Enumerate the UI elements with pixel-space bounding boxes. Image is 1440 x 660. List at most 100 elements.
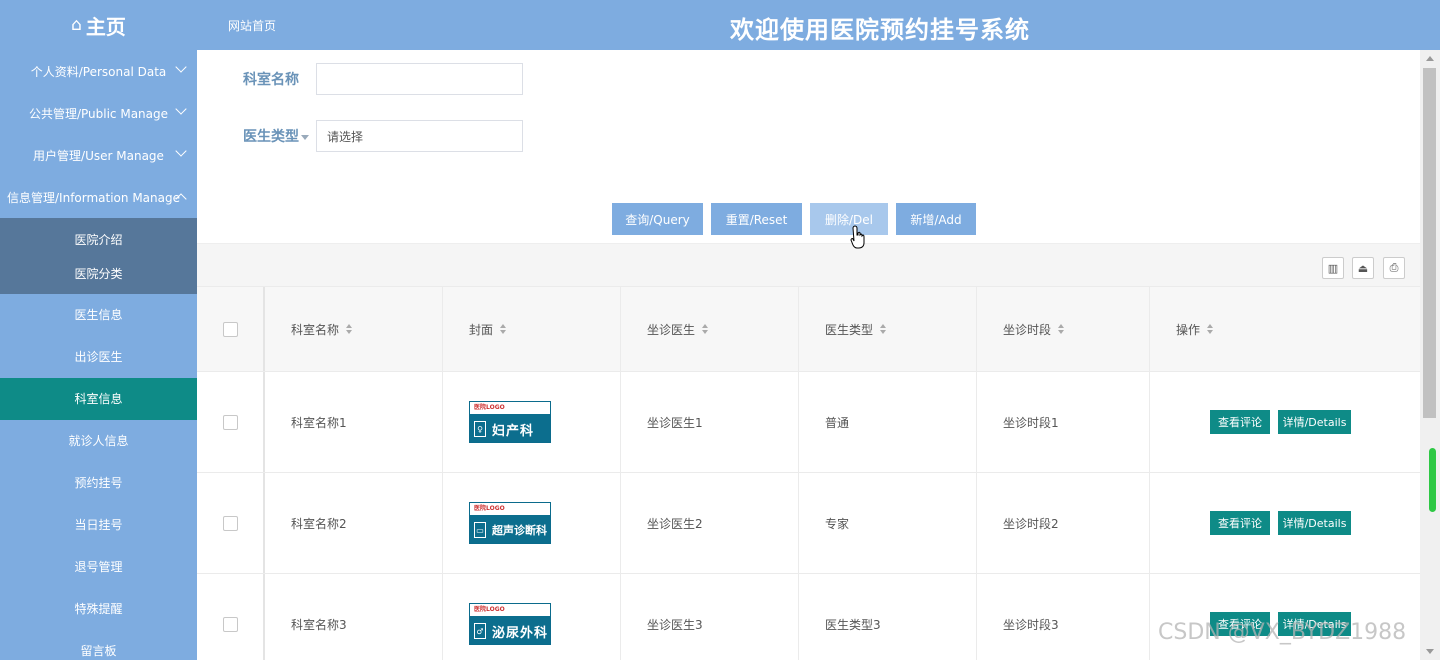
sort-icon <box>1058 324 1065 334</box>
vertical-scrollbar[interactable] <box>1420 50 1440 660</box>
main-content: 科室名称 医生类型 请选择 查询/Query 重置/Reset 删除/Del 新… <box>197 50 1420 660</box>
cell-cover: 医院LOGO ♂ 泌尿外科 <box>443 574 621 660</box>
scrollbar-thumb[interactable] <box>1423 68 1436 418</box>
cell-doctor-type: 专家 <box>799 473 977 573</box>
cover-logo-text: 医院LOGO <box>470 604 550 616</box>
sidebar-item-doctor-info[interactable]: 医生信息 <box>0 294 197 336</box>
person-icon: ♂ <box>474 623 486 639</box>
row-checkbox[interactable] <box>222 616 238 632</box>
header-cover[interactable]: 封面 <box>443 287 621 371</box>
sidebar-item-appointment[interactable]: 预约挂号 <box>0 462 197 504</box>
cell-dept: 科室名称1 <box>265 372 443 472</box>
columns-icon[interactable]: ▥ <box>1322 257 1344 279</box>
chevron-down-icon <box>175 103 187 115</box>
table-header: 科室名称 封面 坐诊医生 医生类型 坐诊时段 操作 <box>197 286 1420 372</box>
cell-period: 坐诊时段2 <box>977 473 1150 573</box>
cover-image: 医院LOGO ♂ 泌尿外科 <box>469 603 551 645</box>
header-period[interactable]: 坐诊时段 <box>977 287 1150 371</box>
cover-dept-name: 超声诊断科 <box>492 524 547 537</box>
cover-image: 医院LOGO ♀ 妇产科 <box>469 401 551 443</box>
reset-button[interactable]: 重置/Reset <box>711 203 802 235</box>
sidebar-group-personal-data[interactable]: 个人资料/Personal Data <box>0 50 197 92</box>
sort-icon <box>500 324 507 334</box>
sort-icon <box>702 324 709 334</box>
add-button[interactable]: 新增/Add <box>896 203 976 235</box>
details-button[interactable]: 详情/Details <box>1278 511 1351 535</box>
header-dept[interactable]: 科室名称 <box>265 287 443 371</box>
cover-dept-name: 泌尿外科 <box>492 625 549 641</box>
export-icon[interactable]: ⏏ <box>1352 257 1374 279</box>
sidebar-item-message-board[interactable]: 留言板 <box>0 630 197 660</box>
sidebar-submenu-dark: 医院介绍 医院分类 <box>0 218 197 294</box>
home-label: 主页 <box>85 14 126 39</box>
scroll-indicator <box>1429 448 1436 512</box>
sidebar-group-user-manage[interactable]: 用户管理/User Manage <box>0 134 197 176</box>
doctor-type-select[interactable]: 请选择 <box>316 120 523 152</box>
home-logo[interactable]: ⌂ 主页 <box>0 0 197 50</box>
row-checkbox[interactable] <box>222 414 238 430</box>
sidebar-item-visiting-doctor[interactable]: 出诊医生 <box>0 336 197 378</box>
row-checkbox-cell <box>197 372 265 472</box>
header-doctor-type[interactable]: 医生类型 <box>799 287 977 371</box>
sidebar-group-information-manage[interactable]: 信息管理/Information Manage <box>0 176 197 218</box>
select-all-checkbox[interactable] <box>222 321 238 337</box>
sidebar-item-cancel[interactable]: 退号管理 <box>0 546 197 588</box>
cell-dept: 科室名称3 <box>265 574 443 660</box>
header-doctor[interactable]: 坐诊医生 <box>621 287 799 371</box>
cell-doctor: 坐诊医生2 <box>621 473 799 573</box>
header-period-label: 坐诊时段 <box>1003 322 1052 337</box>
watermark-text: CSDN @VX_BYDZ1988 <box>1158 620 1407 645</box>
sidebar-item-hospital-category[interactable]: 医院分类 <box>0 260 197 294</box>
table-toolbar: ▥ ⏏ ⎙ <box>197 243 1420 286</box>
site-home-link[interactable]: 网站首页 <box>228 17 276 34</box>
sidebar-item-patient-info[interactable]: 就诊人信息 <box>0 420 197 462</box>
top-header: ⌂ 主页 网站首页 欢迎使用医院预约挂号系统 <box>0 0 1440 50</box>
system-title: 欢迎使用医院预约挂号系统 <box>730 16 1030 44</box>
bed-icon: ▭ <box>474 522 486 538</box>
header-doctor-label: 坐诊医生 <box>647 322 696 337</box>
cell-ops: 查看评论 详情/Details <box>1150 473 1420 573</box>
sort-icon <box>346 324 353 334</box>
sidebar-group-label: 个人资料/Personal Data <box>30 64 167 79</box>
sidebar-group-label: 用户管理/User Manage <box>33 148 164 163</box>
cell-ops: 查看评论 详情/Details <box>1150 372 1420 472</box>
sidebar-item-department-info[interactable]: 科室信息 <box>0 378 197 420</box>
scroll-down-icon[interactable] <box>1426 649 1434 654</box>
row-checkbox[interactable] <box>222 515 238 531</box>
sidebar-group-public-manage[interactable]: 公共管理/Public Manage <box>0 92 197 134</box>
header-ops-label: 操作 <box>1176 322 1201 337</box>
sort-icon <box>880 324 887 334</box>
search-row-doctor-type: 医生类型 请选择 <box>243 120 523 152</box>
sidebar-item-hospital-intro[interactable]: 医院介绍 <box>0 226 197 260</box>
cell-doctor-type: 医生类型3 <box>799 574 977 660</box>
person-icon: ♀ <box>474 421 486 437</box>
cell-doctor-type: 普通 <box>799 372 977 472</box>
view-comments-button[interactable]: 查看评论 <box>1210 410 1270 434</box>
table-row: 科室名称2 医院LOGO ▭ 超声诊断科 坐诊医生2 专家 坐诊时段2 查看评论 … <box>197 473 1420 574</box>
cover-logo-text: 医院LOGO <box>470 402 550 414</box>
header-checkbox-cell <box>197 287 265 371</box>
sidebar-group-label: 公共管理/Public Manage <box>28 106 169 121</box>
header-doctor-type-label: 医生类型 <box>825 322 874 337</box>
department-table: 科室名称 封面 坐诊医生 医生类型 坐诊时段 操作 科室名称1 医院LOGO ♀… <box>197 286 1420 660</box>
sort-icon <box>1207 324 1214 334</box>
details-button[interactable]: 详情/Details <box>1278 410 1351 434</box>
sidebar-item-same-day[interactable]: 当日挂号 <box>0 504 197 546</box>
header-ops[interactable]: 操作 <box>1150 287 1420 371</box>
row-checkbox-cell <box>197 574 265 660</box>
search-row-dept: 科室名称 <box>243 63 523 95</box>
query-button[interactable]: 查询/Query <box>612 203 703 235</box>
scroll-up-icon[interactable] <box>1426 56 1434 61</box>
dept-name-input[interactable] <box>316 63 523 95</box>
doctor-type-label: 医生类型 <box>243 126 316 146</box>
cell-period: 坐诊时段1 <box>977 372 1150 472</box>
print-icon[interactable]: ⎙ <box>1383 257 1405 279</box>
chevron-down-icon <box>175 145 187 157</box>
view-comments-button[interactable]: 查看评论 <box>1210 511 1270 535</box>
sidebar-item-special-reminder[interactable]: 特殊提醒 <box>0 588 197 630</box>
delete-button[interactable]: 删除/Del <box>810 203 888 235</box>
cell-doctor: 坐诊医生1 <box>621 372 799 472</box>
table-row: 科室名称3 医院LOGO ♂ 泌尿外科 坐诊医生3 医生类型3 坐诊时段3 查看评… <box>197 574 1420 660</box>
home-icon: ⌂ <box>71 15 82 35</box>
header-cover-label: 封面 <box>469 322 494 337</box>
